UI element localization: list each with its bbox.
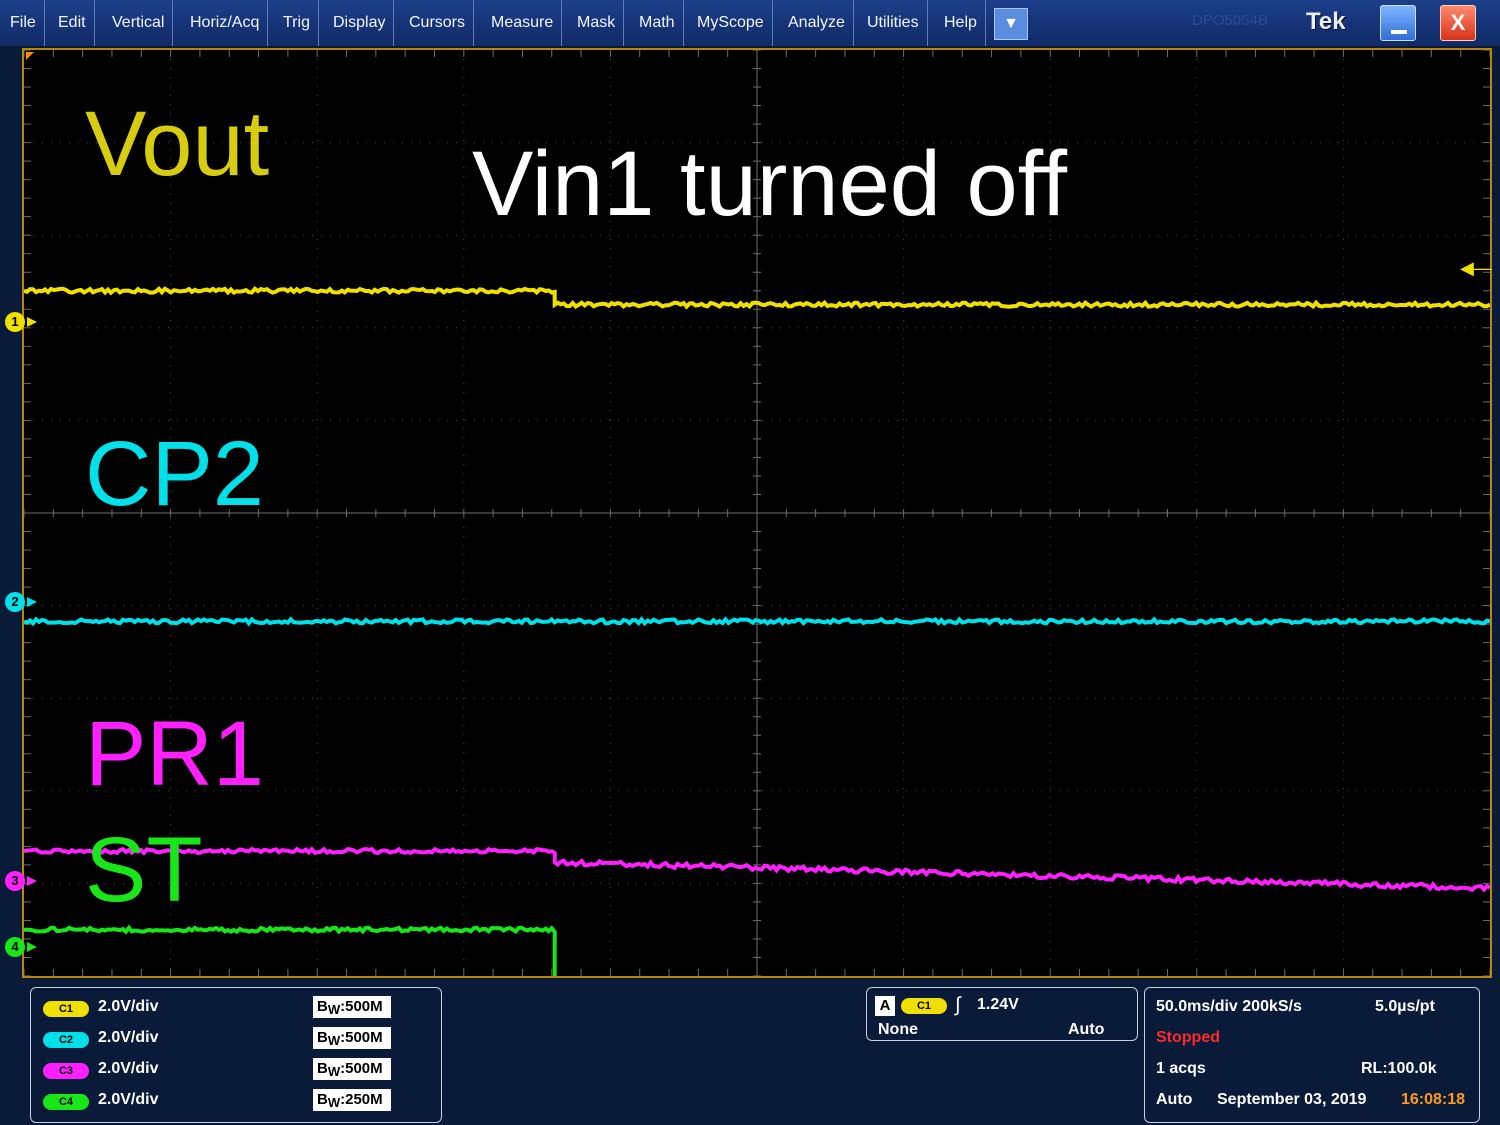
close-button[interactable]: X [1440, 5, 1476, 41]
channel-settings-panel: C1 2.0V/div BW:500M C2 2.0V/div BW:500M … [30, 987, 442, 1123]
ch3-pill[interactable]: C3 [43, 1063, 89, 1079]
trigger-panel[interactable]: A C1 ∫ 1.24V None Auto [866, 987, 1138, 1041]
record-length: RL:100.0k [1361, 1060, 1437, 1078]
acquisition-mode: Auto [1156, 1091, 1192, 1109]
horizontal-scale: 50.0ms/div 200kS/s [1156, 998, 1302, 1016]
trigger-level-arrow-icon[interactable]: ◀— [1460, 258, 1492, 279]
acquisition-date: September 03, 2019 [1217, 1091, 1366, 1109]
menu-dropdown-button[interactable]: ▼ [994, 8, 1028, 40]
ch1-bandwidth[interactable]: BW:500M [313, 996, 391, 1018]
menu-vertical[interactable]: Vertical [104, 0, 173, 46]
menu-cursors[interactable]: Cursors [401, 0, 474, 46]
ch4-bandwidth[interactable]: BW:250M [313, 1089, 391, 1111]
menu-analyze[interactable]: Analyze [780, 0, 854, 46]
minimize-button[interactable] [1380, 5, 1416, 41]
trigger-level: 1.24V [977, 996, 1019, 1014]
ch3-bandwidth[interactable]: BW:500M [313, 1058, 391, 1080]
ch2-ground-marker[interactable]: 2 [5, 592, 25, 612]
time-per-point: 5.0µs/pt [1375, 998, 1435, 1016]
menu-file[interactable]: File [2, 0, 45, 46]
ch1-pill[interactable]: C1 [43, 1001, 89, 1017]
acquisition-state: Stopped [1156, 1029, 1220, 1047]
ch3-scale[interactable]: 2.0V/div [98, 1060, 158, 1078]
trigger-letter: A [875, 996, 895, 1016]
minimize-icon [1391, 30, 1407, 34]
ch1-ground-marker[interactable]: 1 [5, 312, 25, 332]
ch2-pill[interactable]: C2 [43, 1032, 89, 1048]
menu-display[interactable]: Display [325, 0, 394, 46]
brand-logo: Tek [1306, 8, 1346, 36]
ch4-ground-marker[interactable]: 4 [5, 937, 25, 957]
menu-measure[interactable]: Measure [483, 0, 562, 46]
menu-bar: File Edit Vertical Horiz/Acq Trig Displa… [0, 0, 1500, 46]
trigger-coupling: None [878, 1021, 918, 1039]
rising-edge-icon: ∫ [955, 994, 960, 1017]
acquisition-panel[interactable]: 50.0ms/div 200kS/s 5.0µs/pt Stopped 1 ac… [1144, 987, 1480, 1123]
trigger-mode: Auto [1068, 1021, 1104, 1039]
ch4-scale[interactable]: 2.0V/div [98, 1091, 158, 1109]
acquisition-count: 1 acqs [1156, 1060, 1206, 1078]
label-vout: Vout [85, 92, 269, 197]
menu-math[interactable]: Math [631, 0, 684, 46]
trigger-source-pill: C1 [901, 998, 947, 1014]
menu-edit[interactable]: Edit [50, 0, 95, 46]
label-st: ST [85, 818, 203, 923]
menu-horiz-acq[interactable]: Horiz/Acq [182, 0, 268, 46]
menu-help[interactable]: Help [936, 0, 986, 46]
acquisition-time: 16:08:18 [1401, 1091, 1465, 1109]
ch3-ground-marker[interactable]: 3 [5, 871, 25, 891]
ch1-scale[interactable]: 2.0V/div [98, 998, 158, 1016]
menu-utilities[interactable]: Utilities [859, 0, 928, 46]
trigger-position-icon [26, 52, 34, 60]
menu-mask[interactable]: Mask [569, 0, 624, 46]
ch2-scale[interactable]: 2.0V/div [98, 1029, 158, 1047]
label-pr1: PR1 [85, 702, 264, 807]
ch4-pill[interactable]: C4 [43, 1094, 89, 1110]
menu-myscope[interactable]: MyScope [689, 0, 773, 46]
menu-trig[interactable]: Trig [275, 0, 319, 46]
label-cp2: CP2 [85, 422, 264, 527]
label-headline: Vin1 turned off [472, 132, 1067, 237]
ch2-bandwidth[interactable]: BW:500M [313, 1027, 391, 1049]
model-label: DPO5054B [1192, 12, 1268, 29]
